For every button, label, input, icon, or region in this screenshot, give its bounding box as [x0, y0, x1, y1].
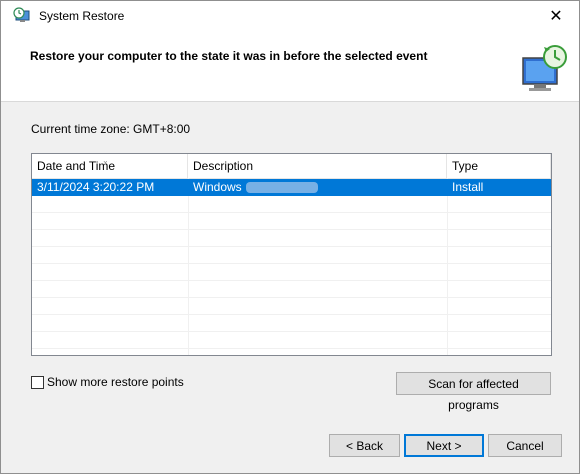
empty-row [32, 213, 551, 230]
empty-row [32, 315, 551, 332]
sort-arrow-icon: ⌄ [102, 156, 109, 165]
window-title: System Restore [39, 9, 125, 23]
empty-row [32, 196, 551, 213]
show-more-checkbox[interactable] [31, 375, 44, 389]
column-header-type[interactable]: Type [447, 154, 551, 178]
column-header-type-label: Type [452, 159, 479, 173]
column-header-description-label: Description [193, 159, 254, 173]
table-row[interactable]: 3/11/2024 3:20:22 PM Windows Install [32, 179, 551, 196]
cell-description: Windows [188, 179, 447, 196]
close-icon: ✕ [549, 8, 563, 25]
back-button[interactable]: < Back [329, 434, 400, 457]
empty-row [32, 281, 551, 298]
show-more-restore-points[interactable]: Show more restore points [31, 375, 184, 389]
cell-date-time: 3/11/2024 3:20:22 PM [37, 180, 155, 194]
cell-description-text: Windows [193, 180, 242, 194]
empty-row [32, 230, 551, 247]
column-header-date-time[interactable]: ⌄ Date and Time [32, 154, 188, 178]
list-header: ⌄ Date and Time Description Type [32, 154, 551, 179]
system-restore-window: System Restore ✕ Restore your computer t… [0, 0, 580, 474]
restore-monitor-icon [522, 45, 567, 91]
empty-row [32, 247, 551, 264]
column-header-description[interactable]: Description [188, 154, 447, 178]
close-button[interactable]: ✕ [533, 1, 579, 31]
cell-type: Install [452, 180, 484, 194]
empty-row [32, 332, 551, 349]
cancel-button[interactable]: Cancel [488, 434, 562, 457]
system-restore-icon [13, 7, 30, 22]
header-panel: Restore your computer to the state it wa… [1, 31, 579, 102]
empty-row [32, 298, 551, 315]
restore-points-list[interactable]: ⌄ Date and Time Description Type 3/11/20… [31, 153, 552, 356]
title-bar: System Restore ✕ [1, 1, 579, 31]
empty-row [32, 264, 551, 281]
timezone-label: Current time zone: GMT+8:00 [31, 122, 191, 136]
next-button[interactable]: Next > [404, 434, 484, 457]
show-more-label[interactable]: Show more restore points [47, 375, 184, 389]
scan-affected-programs-button[interactable]: Scan for affected programs [396, 372, 551, 412]
header-text: Restore your computer to the state it wa… [30, 49, 428, 63]
redacted-blur [245, 182, 318, 194]
